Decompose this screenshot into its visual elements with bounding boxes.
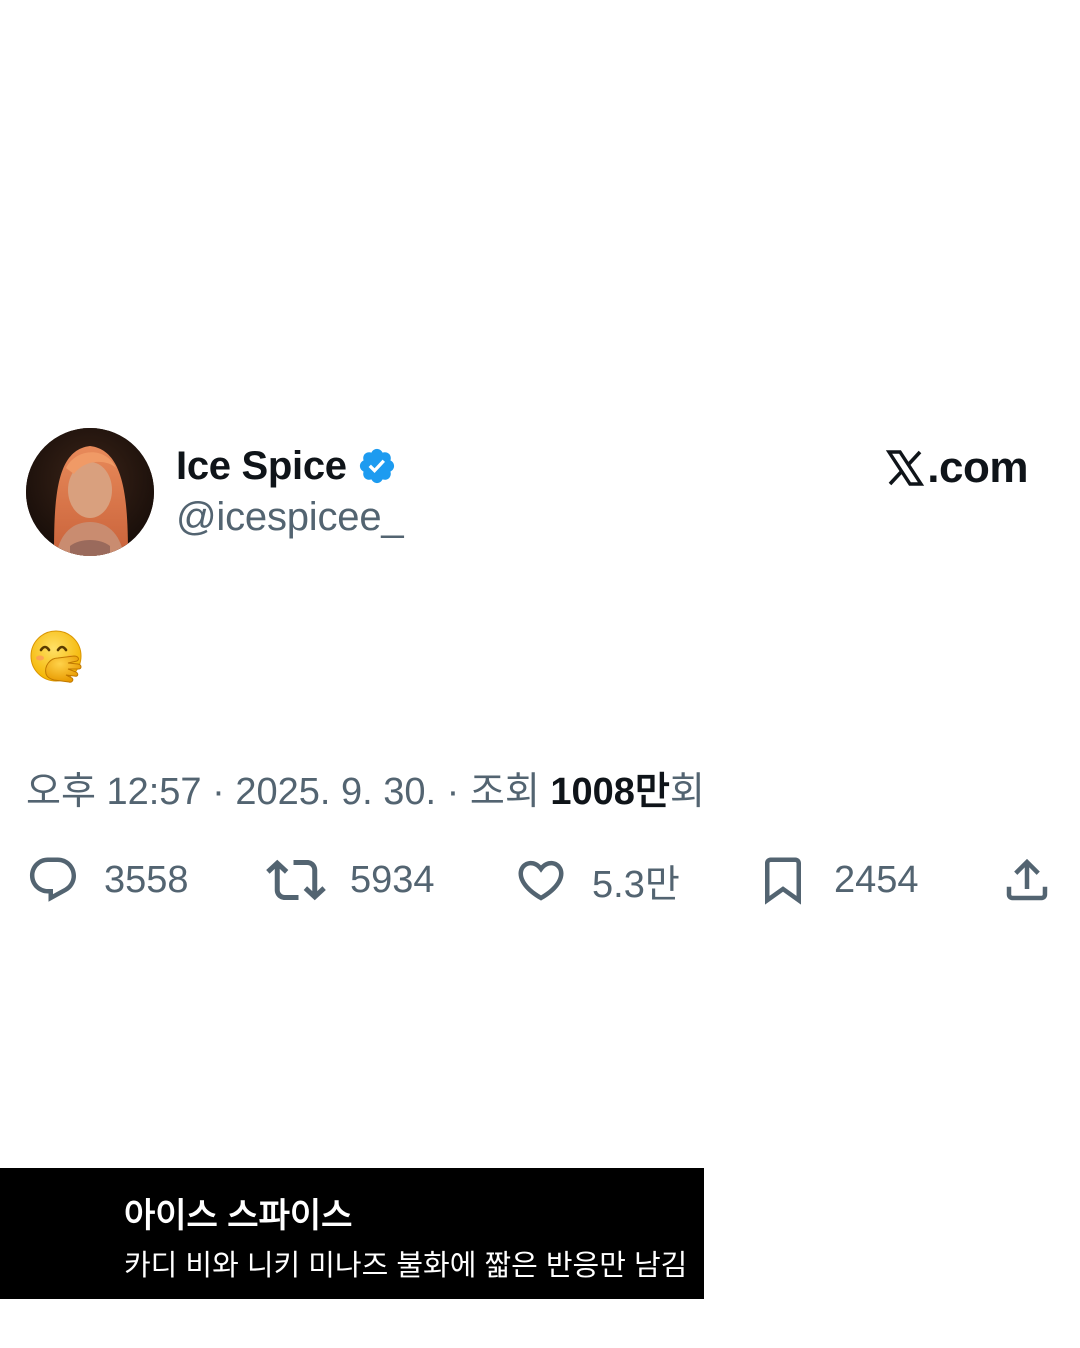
share-icon: [1006, 858, 1048, 901]
reply-icon: [29, 857, 77, 902]
site-domain-text: .com: [927, 443, 1028, 492]
caption-title: 아이스 스파이스: [124, 1197, 353, 1235]
tweet-card: Ice Spice @icespicee_ .com 오후 12:57 · 20…: [0, 0, 1080, 1348]
tweet-meta: 오후 12:57 · 2025. 9. 30. · 조회 1008만회: [26, 760, 705, 815]
user-handle[interactable]: @icespicee_: [176, 495, 404, 540]
avatar[interactable]: [26, 428, 154, 556]
repost-icon: [266, 859, 326, 901]
face-with-hand-over-mouth-icon: [30, 630, 82, 683]
caption-box: 아이스 스파이스 카디 비와 니키 미나즈 불화에 짧은 반응만 남김: [0, 1168, 704, 1299]
views-suffix: 회: [669, 771, 705, 813]
meta-separator: ·: [212, 771, 236, 813]
reply-button[interactable]: 3558: [26, 848, 189, 912]
views-label: 조회: [469, 771, 551, 813]
caption-subtitle: 카디 비와 니키 미나즈 불화에 짧은 반응만 남김: [124, 1250, 688, 1282]
repost-button[interactable]: 5934: [266, 848, 435, 912]
display-name-row: Ice Spice: [176, 440, 397, 492]
bookmark-count: 2454: [834, 858, 919, 901]
share-button[interactable]: [1000, 848, 1054, 912]
tweet-time[interactable]: 오후 12:57: [26, 771, 202, 813]
x-com-label: .com: [885, 440, 1028, 496]
tweet-date[interactable]: 2025. 9. 30.: [235, 771, 436, 813]
views-count: 1008만: [550, 771, 670, 813]
verified-badge-icon: [357, 446, 397, 486]
meta-separator: ·: [446, 771, 470, 813]
bookmark-icon: [765, 857, 801, 905]
like-button[interactable]: 5.3만: [514, 848, 680, 912]
tweet-actions: 3558 5934 5.3만 2454: [26, 848, 1056, 912]
repost-count: 5934: [350, 858, 435, 901]
like-count: 5.3만: [592, 863, 680, 906]
reply-count: 3558: [104, 858, 189, 901]
x-logo-icon: [885, 448, 925, 488]
display-name[interactable]: Ice Spice: [176, 444, 347, 489]
tweet-body: [28, 628, 88, 688]
avatar-image: [26, 428, 154, 556]
bookmark-button[interactable]: 2454: [756, 848, 919, 912]
like-icon: [518, 860, 564, 901]
